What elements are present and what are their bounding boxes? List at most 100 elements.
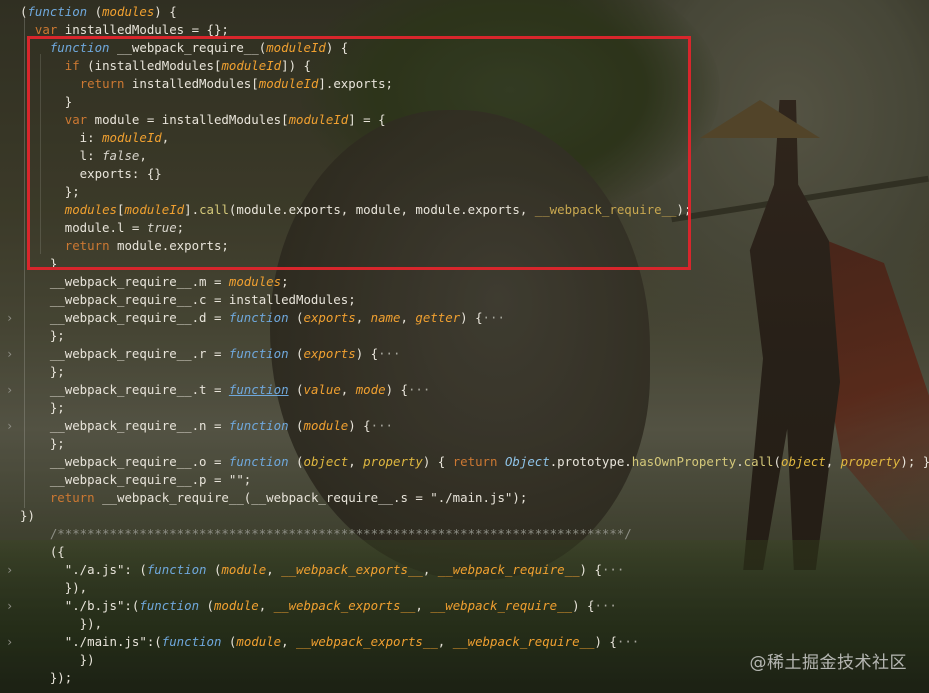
code-line[interactable]: (function (modules) { — [20, 3, 177, 21]
code-line[interactable]: "./main.js":(function (module, __webpack… — [20, 633, 640, 651]
code-line[interactable]: __webpack_require__.t = function (value,… — [20, 381, 431, 399]
code-token: function — [161, 634, 222, 649]
code-token: "./main.js":( — [20, 634, 162, 649]
code-line[interactable]: __webpack_require__.r = function (export… — [20, 345, 401, 363]
code-token: modules — [228, 274, 282, 289]
folded-code-ellipsis[interactable]: ··· — [483, 310, 505, 325]
code-token: __webpack_require__ — [430, 598, 573, 613]
code-line[interactable]: }) — [20, 651, 95, 669]
code-token: . — [736, 454, 744, 469]
code-token: /***************************************… — [20, 526, 632, 541]
code-token: __webpack_exports__ — [273, 598, 416, 613]
code-line[interactable]: __webpack_require__.n = function (module… — [20, 417, 393, 435]
folded-code-ellipsis[interactable]: ··· — [378, 346, 400, 361]
highlight-box — [27, 36, 691, 270]
folded-code-ellipsis[interactable]: ··· — [617, 634, 639, 649]
folded-code-ellipsis[interactable]: ··· — [408, 382, 430, 397]
code-token: ( — [288, 382, 304, 397]
code-token: __webpack_exports__ — [296, 634, 438, 649]
chevron-right-icon[interactable]: › — [6, 309, 16, 327]
code-token: __webpack_require__.c = installedModules… — [20, 292, 356, 307]
code-line[interactable]: __webpack_require__.m = modules; — [20, 273, 289, 291]
code-line[interactable]: __webpack_require__.o = function (object… — [20, 453, 929, 471]
code-token: ({ — [20, 544, 65, 559]
code-token: property — [840, 454, 901, 469]
code-token: }; — [20, 328, 65, 343]
code-token: "./a.js": ( — [20, 562, 147, 577]
code-token: ( — [288, 418, 304, 433]
code-token: function — [228, 454, 289, 469]
code-line[interactable]: return __webpack_require__(__webpack_req… — [20, 489, 527, 507]
code-line[interactable]: }), — [20, 615, 102, 633]
code-token: , — [340, 382, 356, 397]
code-line[interactable]: }) — [20, 507, 35, 525]
code-token: function — [228, 346, 289, 361]
code-line[interactable]: }; — [20, 363, 65, 381]
code-token: function — [146, 562, 207, 577]
code-token: ( — [87, 4, 103, 19]
code-line[interactable]: __webpack_require__.p = ""; — [20, 471, 251, 489]
code-line[interactable]: __webpack_require__.c = installedModules… — [20, 291, 356, 309]
code-token: ( — [206, 562, 222, 577]
code-line[interactable]: "./a.js": (function (module, __webpack_e… — [20, 561, 625, 579]
chevron-right-icon[interactable]: › — [6, 633, 16, 651]
code-token: ); }; — [900, 454, 929, 469]
code-token: name — [370, 310, 401, 325]
code-token: ; — [281, 274, 289, 289]
code-token: }; — [20, 436, 65, 451]
code-token: , — [825, 454, 841, 469]
code-token: __webpack_require__.d = — [20, 310, 229, 325]
code-line[interactable]: }); — [20, 669, 72, 687]
chevron-right-icon[interactable]: › — [6, 345, 16, 363]
code-token: ) { — [348, 418, 371, 433]
code-token: , — [400, 310, 416, 325]
chevron-right-icon[interactable]: › — [6, 381, 16, 399]
code-token: call — [743, 454, 774, 469]
code-token: ) { — [154, 4, 177, 19]
code-token: "./b.js":( — [20, 598, 140, 613]
code-line[interactable]: }; — [20, 435, 65, 453]
code-line[interactable]: /***************************************… — [20, 525, 632, 543]
code-token: ( — [288, 310, 304, 325]
code-token: , — [355, 310, 371, 325]
watermark: @稀土掘金技术社区 — [749, 653, 907, 673]
code-token: __webpack_require__ — [437, 562, 580, 577]
code-line[interactable]: ({ — [20, 543, 65, 561]
code-line[interactable]: }), — [20, 579, 87, 597]
code-token: modules — [102, 4, 155, 19]
indent-guide — [24, 18, 25, 508]
code-token: }; — [20, 364, 65, 379]
code-token: __webpack_require__.t = — [20, 382, 229, 397]
chevron-right-icon[interactable]: › — [6, 561, 16, 579]
chevron-right-icon[interactable]: › — [6, 597, 16, 615]
code-token: ( — [199, 598, 214, 613]
code-token: mode — [355, 382, 386, 397]
code-token: ) { — [355, 346, 379, 361]
folded-code-ellipsis[interactable]: ··· — [371, 418, 393, 433]
code-line[interactable]: "./b.js":(function (module, __webpack_ex… — [20, 597, 617, 615]
code-token: function — [228, 310, 289, 325]
folded-code-ellipsis[interactable]: ··· — [594, 598, 616, 613]
code-token: ) { — [460, 310, 483, 325]
code-token: module — [221, 562, 267, 577]
code-token: ( — [288, 346, 304, 361]
code-token: , — [258, 598, 274, 613]
code-line[interactable]: }; — [20, 399, 65, 417]
code-token: , — [348, 454, 364, 469]
code-token: function — [228, 418, 289, 433]
code-token: , — [415, 598, 431, 613]
code-token: property — [363, 454, 423, 469]
code-token: object — [780, 454, 826, 469]
code-token: function — [228, 382, 289, 397]
code-token: , — [437, 634, 453, 649]
code-token: exports — [303, 346, 356, 361]
code-line[interactable]: }; — [20, 327, 65, 345]
code-token: ) { — [572, 598, 595, 613]
code-token: __webpack_require__.r = — [20, 346, 229, 361]
code-token: __webpack_exports__ — [281, 562, 423, 577]
folded-code-ellipsis[interactable]: ··· — [602, 562, 624, 577]
code-line[interactable]: __webpack_require__.d = function (export… — [20, 309, 505, 327]
code-token: }), — [20, 580, 88, 595]
code-token: function — [139, 598, 200, 613]
chevron-right-icon[interactable]: › — [6, 417, 16, 435]
